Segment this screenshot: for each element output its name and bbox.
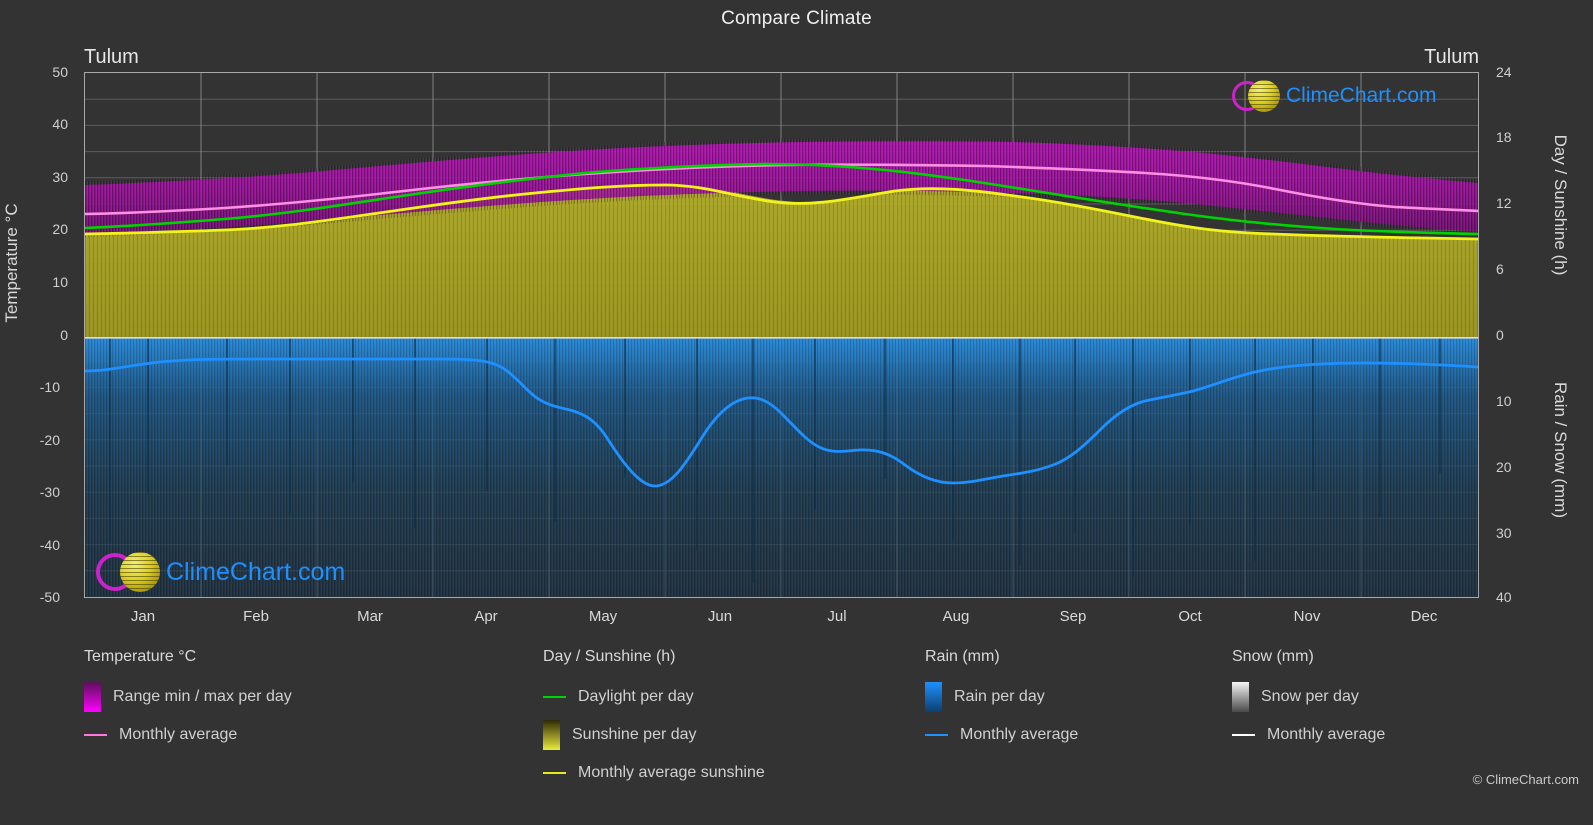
legend-line-rain-average-icon xyxy=(925,734,948,736)
legend-label-snow-per-day: Snow per day xyxy=(1261,688,1359,705)
legend-line-snow-average-icon xyxy=(1232,734,1255,736)
y-tick-right-12: 12 xyxy=(1496,195,1512,211)
y-tick-left-m50: -50 xyxy=(39,589,60,605)
legend-heading-day-sunshine: Day / Sunshine (h) xyxy=(543,648,676,665)
legend-item-daylight[interactable]: Daylight per day xyxy=(543,678,943,716)
legend-group-snow: Snow (mm) Snow per day Monthly average xyxy=(1232,648,1522,754)
x-tick-feb: Feb xyxy=(243,608,269,625)
x-tick-jan: Jan xyxy=(130,608,156,625)
legend-item-rain-average[interactable]: Monthly average xyxy=(925,716,1215,754)
y-tick-left-m10: -10 xyxy=(39,379,60,395)
legend-label-temp-average: Monthly average xyxy=(119,726,238,743)
legend-group-rain: Rain (mm) Rain per day Monthly average xyxy=(925,648,1215,754)
location-label-left: Tulum xyxy=(84,46,139,68)
y-tick-left-30: 30 xyxy=(52,169,68,185)
y-tick-right-30: 30 xyxy=(1496,525,1512,541)
legend-label-rain-per-day: Rain per day xyxy=(954,688,1045,705)
x-tick-jul: Jul xyxy=(827,608,847,625)
legend-item-rain-per-day[interactable]: Rain per day xyxy=(925,678,1215,716)
legend-item-temp-range[interactable]: Range min / max per day xyxy=(84,678,514,716)
page-title: Compare Climate xyxy=(721,8,872,29)
legend-swatch-rain-icon xyxy=(925,682,942,712)
x-tick-may: May xyxy=(588,608,618,625)
x-tick-nov: Nov xyxy=(1293,608,1321,625)
y-tick-left-m20: -20 xyxy=(39,432,60,448)
y-axis-left-label: Temperature °C xyxy=(2,203,21,323)
x-tick-oct: Oct xyxy=(1178,608,1202,625)
legend-label-sunshine-average: Monthly average sunshine xyxy=(578,764,765,781)
rain-per-day-area xyxy=(85,337,1478,597)
y-tick-left-10: 10 xyxy=(52,274,68,290)
legend-item-sunshine[interactable]: Sunshine per day xyxy=(543,716,943,754)
y-tick-left-0: 0 xyxy=(60,327,68,343)
legend-group-day-sunshine: Day / Sunshine (h) Daylight per day Suns… xyxy=(543,648,943,792)
y-tick-right-24: 24 xyxy=(1496,64,1512,80)
y-tick-left-m40: -40 xyxy=(39,537,60,553)
legend-group-temperature: Temperature °C Range min / max per day M… xyxy=(84,648,514,754)
x-tick-jun: Jun xyxy=(707,608,733,625)
legend-heading-snow: Snow (mm) xyxy=(1232,648,1314,665)
legend-label-daylight: Daylight per day xyxy=(578,688,694,705)
climate-chart-page: Compare Climate Tulum Tulum Temperature … xyxy=(0,0,1593,825)
copyright-notice: © ClimeChart.com xyxy=(1472,772,1579,787)
y-tick-right-0: 0 xyxy=(1496,327,1504,343)
legend-swatch-snow-icon xyxy=(1232,682,1249,712)
legend-item-snow-per-day[interactable]: Snow per day xyxy=(1232,678,1522,716)
legend-line-sunshine-average-icon xyxy=(543,772,566,774)
legend-label-temp-range: Range min / max per day xyxy=(113,688,292,705)
x-tick-aug: Aug xyxy=(942,608,970,625)
y-tick-right-20: 20 xyxy=(1496,459,1512,475)
legend-heading-rain: Rain (mm) xyxy=(925,648,1000,665)
y-axis-right-bottom-label: Rain / Snow (mm) xyxy=(1551,381,1570,519)
legend-label-snow-average: Monthly average xyxy=(1267,726,1386,743)
y-axis-right-top-label: Day / Sunshine (h) xyxy=(1551,134,1570,276)
y-tick-right-40: 40 xyxy=(1496,589,1512,605)
legend-item-temp-average[interactable]: Monthly average xyxy=(84,716,514,754)
legend-line-daylight-icon xyxy=(543,696,566,698)
y-tick-right-10: 10 xyxy=(1496,393,1512,409)
climate-chart-svg xyxy=(85,73,1478,597)
legend-label-rain-average: Monthly average xyxy=(960,726,1079,743)
y-tick-right-6: 6 xyxy=(1496,261,1504,277)
legend-swatch-sunshine-icon xyxy=(543,720,560,750)
x-tick-dec: Dec xyxy=(1410,608,1438,625)
x-tick-apr: Apr xyxy=(474,608,498,625)
y-tick-left-m30: -30 xyxy=(39,484,60,500)
x-tick-sep: Sep xyxy=(1059,608,1087,625)
legend-heading-temperature: Temperature °C xyxy=(84,648,197,665)
climate-plot-area xyxy=(84,72,1479,598)
y-tick-left-40: 40 xyxy=(52,116,68,132)
chart-legend: Temperature °C Range min / max per day M… xyxy=(0,648,1593,813)
legend-item-snow-average[interactable]: Monthly average xyxy=(1232,716,1522,754)
x-tick-mar: Mar xyxy=(357,608,383,625)
legend-line-temp-average-icon xyxy=(84,734,107,736)
y-tick-left-50: 50 xyxy=(52,64,68,80)
legend-label-sunshine: Sunshine per day xyxy=(572,726,697,743)
legend-swatch-temp-range-icon xyxy=(84,682,101,712)
legend-item-sunshine-average[interactable]: Monthly average sunshine xyxy=(543,754,943,792)
y-tick-left-20: 20 xyxy=(52,221,68,237)
y-tick-right-18: 18 xyxy=(1496,129,1512,145)
location-label-right: Tulum xyxy=(1424,46,1479,68)
